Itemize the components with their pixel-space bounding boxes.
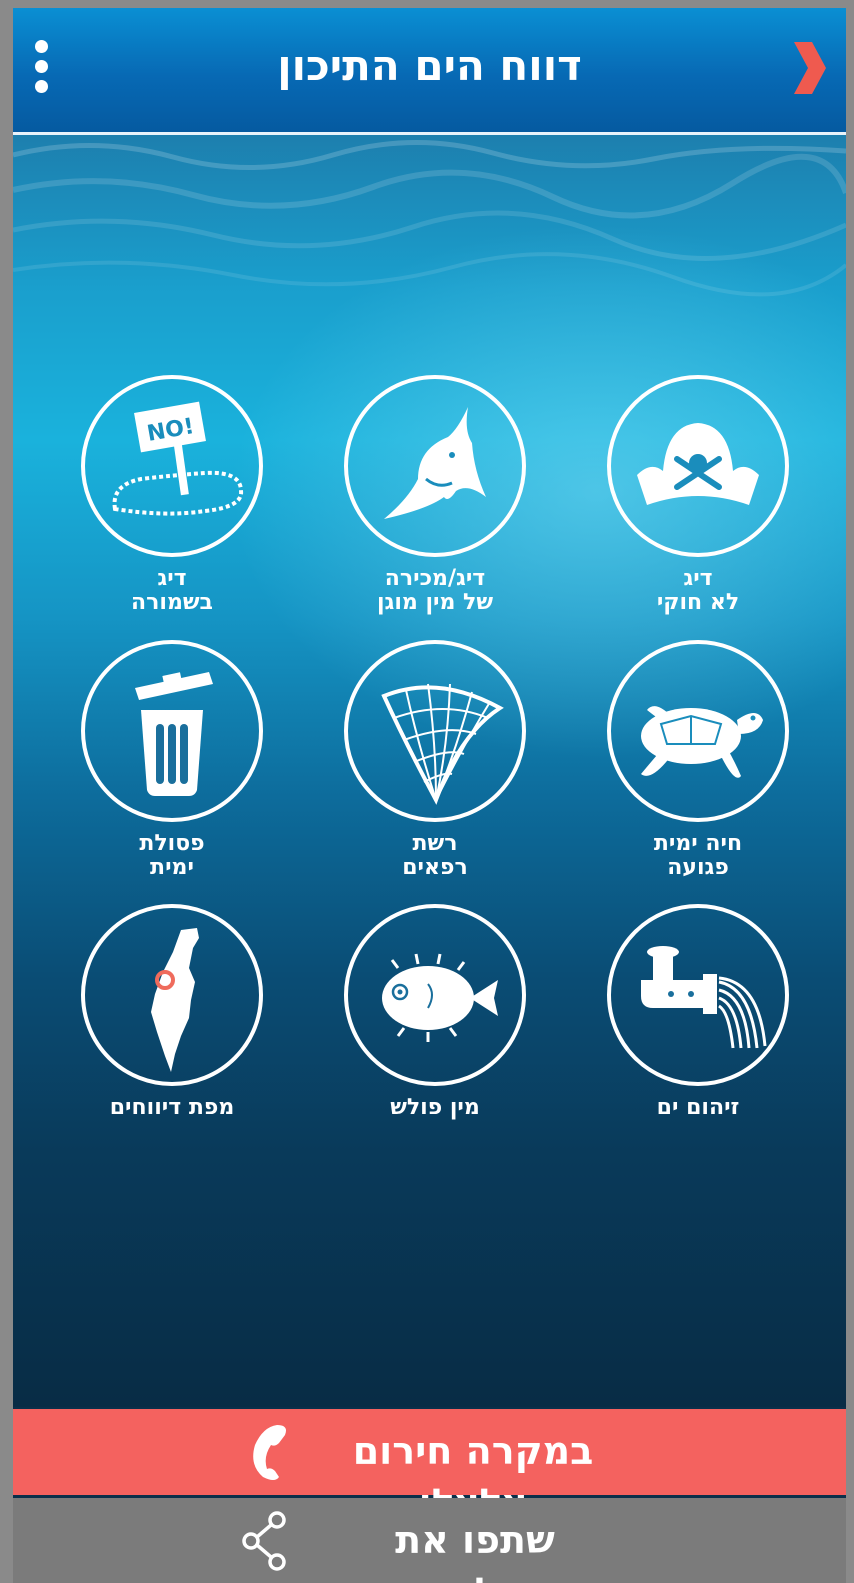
overflow-menu-button[interactable]: [27, 36, 57, 96]
main-content: דיג לא חוקי דיג/מכירה של מין מוגן NO! די…: [13, 135, 846, 1407]
tile-label: דיג לא חוקי: [656, 566, 740, 615]
pirate-hat-icon: [637, 423, 759, 505]
device-frame: דווח הים התיכון דיג לא חוקי דיג/מכירה של…: [0, 0, 854, 1583]
tile-circle: [344, 375, 526, 557]
app-screen: דווח הים התיכון דיג לא חוקי דיג/מכירה של…: [13, 8, 846, 1583]
tile-label: פסולת ימית: [139, 831, 205, 880]
tile-circle: NO!: [81, 375, 263, 557]
tile-circle: [81, 904, 263, 1086]
chevron-right-icon[interactable]: [788, 38, 828, 98]
fishing-net-icon: [381, 683, 504, 805]
tile-label: דיג בשמורה: [131, 566, 213, 615]
wave-texture: [13, 139, 846, 297]
pufferfish-icon: [382, 953, 498, 1042]
israel-map-icon: [151, 928, 199, 1072]
tile-circle: [344, 904, 526, 1086]
no-sign-reserve-icon: NO!: [112, 401, 244, 516]
tile-circle: [607, 375, 789, 557]
share-app-button[interactable]: שתפו את האפליקציה: [13, 1498, 846, 1583]
app-header: דווח הים התיכון: [13, 8, 846, 135]
sea-turtle-icon: [641, 706, 763, 778]
tile-label: מין פולש: [390, 1095, 480, 1120]
shark-icon: [384, 407, 486, 519]
tile-circle: [607, 904, 789, 1086]
tile-label: מפת דיווחים: [109, 1095, 235, 1120]
sewage-pipe-icon: [641, 946, 767, 1049]
tile-circle: [81, 640, 263, 822]
menu-dot: [35, 40, 48, 53]
menu-dot: [35, 80, 48, 93]
emergency-call-button[interactable]: במקרה חירום צלצלו: [13, 1409, 846, 1525]
tile-label: חיה ימית פגועה: [653, 831, 743, 880]
share-label: שתפו את האפליקציה: [373, 1518, 576, 1583]
menu-dot: [35, 60, 48, 73]
tile-label: רשת רפאים: [402, 831, 468, 880]
tile-circle: [607, 640, 789, 822]
page-title: דווח הים התיכון: [277, 41, 582, 90]
tile-label: זיהום ים: [656, 1095, 740, 1120]
phone-icon: [253, 1425, 286, 1480]
share-icon: [242, 1511, 286, 1571]
tile-circle: [344, 640, 526, 822]
trash-bin-icon: [135, 672, 213, 796]
tile-label: דיג/מכירה של מין מוגן: [376, 566, 494, 615]
